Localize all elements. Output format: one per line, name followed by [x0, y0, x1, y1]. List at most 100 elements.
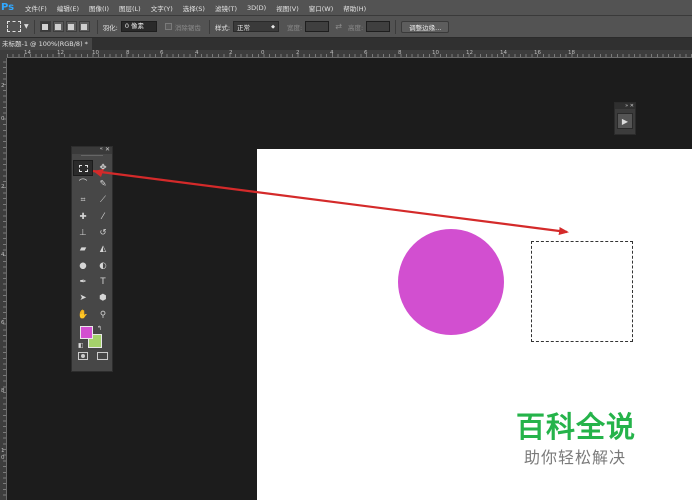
refine-edge-button[interactable]: 调整边缘... — [401, 20, 450, 33]
history-brush-icon[interactable]: ↺ — [93, 225, 113, 241]
quick-mask-icon[interactable] — [78, 351, 88, 360]
foreground-color-swatch[interactable] — [80, 325, 93, 339]
menu-image[interactable]: 图像(I) — [84, 3, 114, 13]
height-label: 高度: — [347, 23, 364, 32]
ruler-label: 0 — [261, 50, 265, 56]
feather-input[interactable]: 0 像素 — [120, 21, 157, 32]
menu-window[interactable]: 窗口(W) — [304, 3, 339, 13]
eraser-icon[interactable]: ▰ — [73, 241, 93, 257]
tool-preset-picker[interactable] — [7, 21, 21, 32]
ruler-label: 8 — [1, 388, 5, 394]
ruler-label: 6 — [364, 50, 368, 56]
ruler-label: 1 — [1, 448, 5, 454]
tools-panel: « ✕ ✥ ⌒ ✎ ⌗ ⟋ ✚ ⁄ ⊥ ↺ ▰ ◭ ● ◐ ✒ T ➤ ⬢ ✋ … — [71, 146, 113, 372]
menu-layer[interactable]: 图层(L) — [114, 3, 146, 13]
hand-icon[interactable]: ✋ — [73, 307, 93, 323]
document-tab[interactable]: 未标题-1 @ 100%(RGB/8) * — [0, 38, 92, 50]
default-colors-icon[interactable]: ◧ — [78, 342, 84, 349]
antialias-checkbox[interactable] — [164, 23, 172, 30]
style-value: 正常 — [237, 23, 251, 32]
actions-panel-collapsed: » ✕ ▶ — [614, 102, 636, 135]
width-input[interactable] — [305, 21, 330, 32]
screen-mode-icon[interactable] — [97, 351, 108, 360]
vertical-ruler[interactable]: 2 0 2 4 6 8 1 0 — [0, 50, 7, 500]
quick-selection-icon[interactable]: ✎ — [93, 176, 113, 192]
tools-panel-header[interactable]: « ✕ — [72, 146, 112, 154]
menu-help[interactable]: 帮助(H) — [338, 3, 371, 13]
subtract-selection-icon — [68, 23, 75, 30]
ruler-label: 16 — [534, 50, 541, 56]
subtract-from-selection-button[interactable] — [65, 21, 77, 32]
ruler-label: 2 — [1, 184, 5, 190]
divider — [208, 19, 210, 34]
menu-filter[interactable]: 滤镜(T) — [210, 3, 242, 13]
intersect-selection-button[interactable] — [78, 21, 90, 32]
ruler-label: 4 — [1, 252, 5, 258]
ruler-label: 4 — [195, 50, 199, 56]
ruler-label: 2 — [229, 50, 233, 56]
lasso-icon[interactable]: ⌒ — [73, 176, 93, 192]
ruler-label: 14 — [24, 50, 31, 56]
watermark-subtitle: 助你轻松解决 — [524, 448, 627, 467]
intersect-selection-icon — [81, 23, 88, 30]
menu-view[interactable]: 视图(V) — [271, 3, 304, 13]
antialias-label: 消除锯齿 — [174, 23, 201, 32]
chevron-down-icon[interactable]: ▼ — [24, 23, 29, 30]
rectangular-selection-marquee[interactable] — [531, 241, 633, 342]
width-label: 宽度: — [287, 23, 303, 32]
pen-icon[interactable]: ✒ — [73, 274, 93, 290]
ruler-label: 2 — [296, 50, 300, 56]
ruler-label: 8 — [126, 50, 130, 56]
document-tab-bar: 未标题-1 @ 100%(RGB/8) * — [0, 38, 692, 50]
paint-bucket-icon[interactable]: ◭ — [93, 241, 113, 257]
ruler-label: 10 — [432, 50, 439, 56]
add-to-selection-button[interactable] — [52, 21, 64, 32]
ruler-label: 10 — [92, 50, 99, 56]
divider — [96, 19, 98, 34]
path-selection-icon[interactable]: ➤ — [73, 290, 93, 306]
spot-healing-icon[interactable]: ✚ — [73, 209, 93, 225]
style-label: 样式: — [214, 23, 231, 32]
ruler-label: 2 — [1, 83, 5, 89]
zoom-icon[interactable]: ⚲ — [93, 307, 113, 323]
swap-width-height-icon[interactable]: ⇄ — [335, 22, 342, 31]
rectangular-marquee-icon[interactable] — [73, 160, 93, 177]
play-icon[interactable]: ▶ — [617, 113, 633, 129]
ruler-label: 6 — [160, 50, 164, 56]
ruler-label: 4 — [330, 50, 334, 56]
type-icon[interactable]: T — [93, 274, 113, 290]
move-icon[interactable]: ✥ — [93, 160, 113, 176]
ruler-origin[interactable] — [0, 50, 7, 58]
panel-header[interactable]: » ✕ — [615, 103, 635, 109]
menu-edit[interactable]: 编辑(E) — [52, 3, 84, 13]
menu-type[interactable]: 文字(Y) — [146, 3, 178, 13]
style-select[interactable]: 正常 ◆ — [233, 21, 280, 32]
color-swatches: ↰ ◧ — [72, 323, 112, 351]
height-input[interactable] — [366, 21, 391, 32]
shape-icon[interactable]: ⬢ — [93, 290, 113, 306]
crop-icon[interactable]: ⌗ — [73, 193, 93, 209]
menu-select[interactable]: 选择(S) — [178, 3, 210, 13]
watermark-title: 百科全说 — [516, 410, 637, 444]
new-selection-icon — [42, 23, 49, 30]
close-icon[interactable]: ✕ — [105, 146, 110, 153]
horizontal-ruler[interactable]: 14 12 10 8 6 4 2 0 2 4 6 8 10 12 14 16 1… — [7, 50, 692, 58]
brush-icon[interactable]: ⁄ — [93, 209, 113, 225]
divider — [395, 19, 397, 34]
swap-colors-icon[interactable]: ↰ — [97, 325, 102, 332]
ruler-label: 0 — [1, 455, 5, 461]
collapse-icon[interactable]: « — [100, 146, 103, 152]
app-logo: Ps — [1, 2, 15, 13]
clone-stamp-icon[interactable]: ⊥ — [73, 225, 93, 241]
ruler-label: 8 — [398, 50, 402, 56]
new-selection-button[interactable] — [39, 21, 51, 32]
eyedropper-icon[interactable]: ⟋ — [93, 193, 113, 209]
ruler-label: 18 — [568, 50, 575, 56]
menu-bar: Ps 文件(F) 编辑(E) 图像(I) 图层(L) 文字(Y) 选择(S) 滤… — [0, 0, 692, 16]
chevron-updown-icon: ◆ — [271, 23, 276, 30]
magenta-circle-shape[interactable] — [398, 229, 504, 335]
dodge-icon[interactable]: ◐ — [93, 258, 113, 274]
menu-3d[interactable]: 3D(D) — [242, 4, 271, 12]
menu-file[interactable]: 文件(F) — [20, 3, 52, 13]
blur-icon[interactable]: ● — [73, 258, 93, 274]
